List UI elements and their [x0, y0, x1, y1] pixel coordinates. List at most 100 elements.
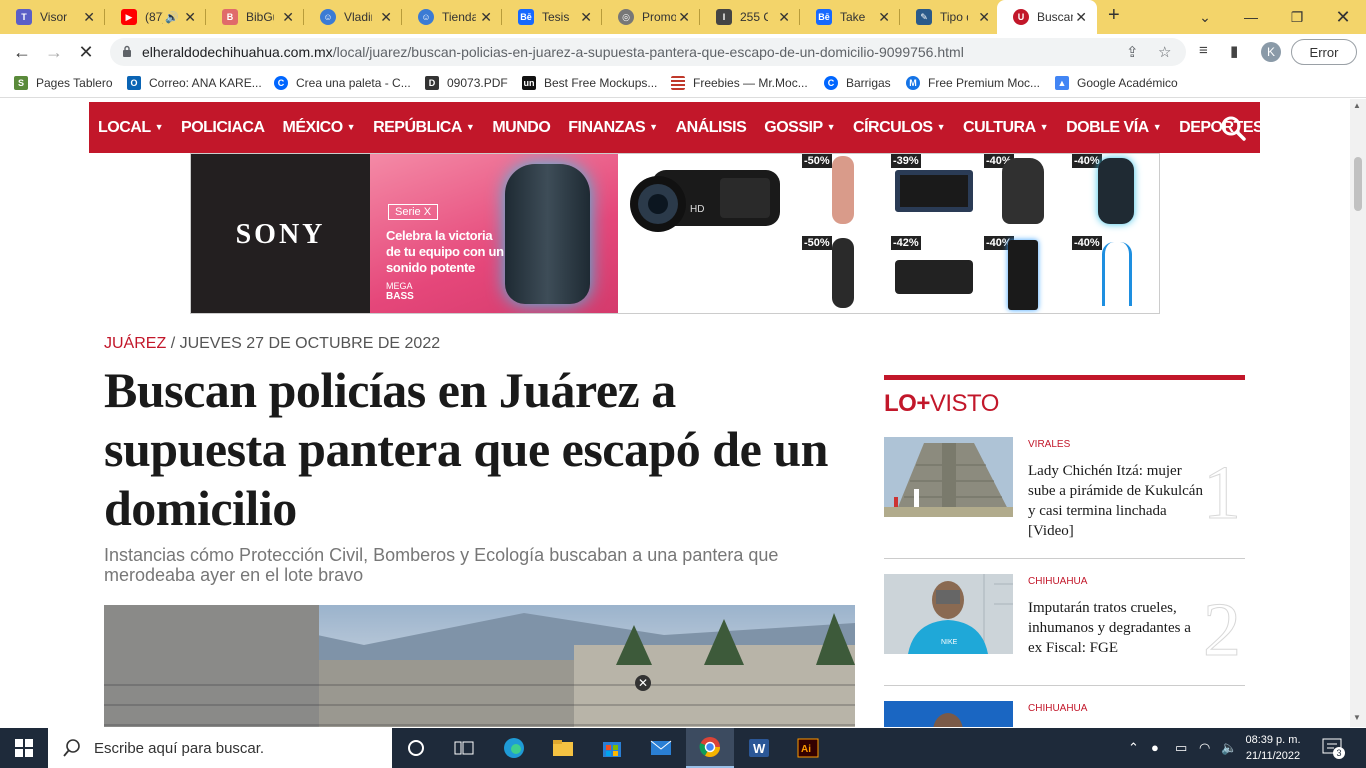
bookmark-item[interactable]: C Crea una paleta - C...	[274, 76, 411, 90]
battery-icon[interactable]: ▭	[1175, 740, 1187, 756]
file-explorer-icon[interactable]	[539, 728, 587, 768]
product-speaker-pink[interactable]: -50%	[802, 154, 888, 230]
store-icon[interactable]	[588, 728, 636, 768]
side-panel-icon[interactable]: ▮	[1230, 42, 1238, 60]
nav-item[interactable]: DOBLE VÍA ▼	[1066, 119, 1162, 137]
browser-tab[interactable]: Bē Tesis d ✕	[502, 0, 602, 34]
nav-item[interactable]: GOSSIP ▼	[764, 119, 835, 137]
share-icon[interactable]: ⇪	[1126, 43, 1139, 61]
browser-tab[interactable]: I 255 CC ✕	[700, 0, 800, 34]
product-vlog-camera[interactable]: -42%	[891, 236, 977, 312]
pyramid-thumbnail[interactable]	[884, 437, 1013, 517]
most-viewed-item[interactable]: VIRALES Lady Chichén Itzá: mujer sube a …	[884, 437, 1245, 559]
scroll-up-icon[interactable]: ▲	[1353, 101, 1361, 110]
bookmark-item[interactable]: C Barrigas	[824, 76, 891, 90]
edge-icon[interactable]	[490, 728, 538, 768]
taskbar-search[interactable]: Escribe aquí para buscar.	[48, 728, 392, 768]
close-tab-icon[interactable]: ✕	[480, 9, 492, 26]
stop-loading-button[interactable]: ✕	[74, 40, 98, 64]
scroll-down-icon[interactable]: ▼	[1353, 713, 1361, 722]
mail-icon[interactable]	[637, 728, 685, 768]
browser-tab[interactable]: B BibGu ✕	[206, 0, 304, 34]
lock-icon[interactable]	[122, 45, 132, 57]
person-thumbnail[interactable]	[884, 701, 1013, 727]
product-earphones[interactable]: -40%	[1072, 236, 1158, 312]
most-viewed-item[interactable]: CHIHUAHUA 3	[884, 701, 1245, 727]
reading-list-icon[interactable]: ≡	[1199, 42, 1208, 59]
product-speaker-blue[interactable]: -40%	[1072, 154, 1158, 230]
task-view-icon[interactable]	[440, 728, 488, 768]
notifications-icon[interactable]: 3	[1322, 738, 1345, 759]
word-icon[interactable]: W	[735, 728, 783, 768]
close-tab-icon[interactable]: ✕	[778, 9, 790, 26]
illustrator-icon[interactable]: Ai	[784, 728, 832, 768]
item-category[interactable]: CHIHUAHUA	[1028, 703, 1087, 714]
product-speaker-round[interactable]: -40%	[984, 154, 1070, 230]
close-tab-icon[interactable]: ✕	[978, 9, 990, 26]
close-tab-icon[interactable]: ✕	[83, 9, 95, 26]
url-text[interactable]: elheraldodechihuahua.com.mx/local/juarez…	[142, 44, 964, 60]
close-tab-icon[interactable]: ✕	[878, 9, 890, 26]
close-tab-icon[interactable]: ✕	[282, 9, 294, 26]
close-window-button[interactable]: ✕	[1320, 0, 1366, 34]
browser-tab[interactable]: ☺ Vladim ✕	[304, 0, 402, 34]
back-button[interactable]: ←	[10, 40, 34, 64]
product-party-speaker[interactable]: -40%	[984, 236, 1070, 312]
bookmark-item[interactable]: S Pages Tablero	[14, 76, 113, 90]
chrome-icon[interactable]	[686, 728, 734, 768]
nav-item[interactable]: LOCAL ▼	[98, 119, 164, 137]
close-tab-icon[interactable]: ✕	[380, 9, 392, 26]
scrollbar-thumb[interactable]	[1354, 157, 1362, 211]
page-scrollbar[interactable]: ▲ ▼	[1350, 99, 1366, 727]
bookmark-star-icon[interactable]: ☆	[1158, 43, 1171, 61]
new-tab-button[interactable]: +	[1108, 4, 1120, 27]
tab-search-icon[interactable]: ⌄	[1182, 0, 1228, 34]
restore-button[interactable]: ❐	[1274, 0, 1320, 34]
browser-tab[interactable]: ☺ Tienda ✕	[402, 0, 502, 34]
nav-item[interactable]: CÍRCULOS ▼	[853, 119, 946, 137]
address-bar[interactable]: elheraldodechihuahua.com.mx/local/juarez…	[110, 38, 1186, 66]
system-clock[interactable]: 08:39 p. m. 21/11/2022	[1238, 732, 1308, 764]
browser-tab[interactable]: ▶ (87) 🔊 ✕	[105, 0, 206, 34]
nav-item[interactable]: MUNDO	[492, 119, 550, 137]
browser-tab[interactable]: ◎ Promo ✕	[602, 0, 700, 34]
most-viewed-item[interactable]: NIKE CHIHUAHUA Imputarán tratos crueles,…	[884, 574, 1245, 686]
minimize-button[interactable]: —	[1228, 0, 1274, 34]
bookmark-item[interactable]: ▲ Google Académico	[1055, 76, 1178, 90]
nav-item[interactable]: REPÚBLICA ▼	[373, 119, 475, 137]
bookmark-item[interactable]: un Best Free Mockups...	[522, 76, 657, 90]
sony-ad-banner[interactable]: SONY Serie X Celebra la victoria de tu e…	[190, 153, 1160, 314]
search-icon[interactable]	[1220, 115, 1246, 141]
item-title[interactable]: Imputarán tratos crueles, inhumanos y de…	[1028, 598, 1203, 658]
cortana-icon[interactable]	[392, 728, 440, 768]
section-link[interactable]: JUÁREZ	[104, 335, 166, 352]
wifi-icon[interactable]: ◠	[1199, 740, 1210, 756]
nav-item[interactable]: FINANZAS ▼	[568, 119, 658, 137]
start-button[interactable]	[0, 728, 48, 768]
show-hidden-icons[interactable]: ⌃	[1128, 740, 1139, 756]
nav-item[interactable]: ANÁLISIS	[676, 119, 747, 137]
bookmark-item[interactable]: O Correo: ANA KARE...	[127, 76, 262, 90]
nav-item[interactable]: MÉXICO ▼	[283, 119, 356, 137]
product-car-stereo[interactable]: -39%	[891, 154, 977, 230]
close-tab-icon[interactable]: ✕	[184, 9, 196, 26]
nav-item[interactable]: CULTURA ▼	[963, 119, 1049, 137]
browser-tab-active[interactable]: U Buscan ✕	[997, 0, 1097, 34]
error-button[interactable]: Error	[1291, 39, 1357, 65]
forward-button[interactable]: →	[42, 40, 66, 64]
item-category[interactable]: CHIHUAHUA	[1028, 576, 1087, 587]
item-title[interactable]: Lady Chichén Itzá: mujer sube a pirámide…	[1028, 461, 1203, 541]
close-overlay-icon[interactable]: ✕	[635, 675, 651, 691]
weather-icon[interactable]: ●	[1151, 740, 1159, 755]
item-category[interactable]: VIRALES	[1028, 439, 1070, 450]
volume-icon[interactable]: 🔈	[1221, 740, 1237, 756]
profile-avatar[interactable]: K	[1261, 42, 1281, 62]
nav-item[interactable]: POLICIACA	[181, 119, 265, 137]
person-thumbnail[interactable]: NIKE	[884, 574, 1013, 654]
bookmark-item[interactable]: Freebies — Mr.Moc...	[671, 76, 808, 90]
browser-tab[interactable]: ✎ Tipo d ✕	[900, 0, 1000, 34]
bookmark-item[interactable]: D 09073.PDF	[425, 76, 508, 90]
browser-tab[interactable]: Bē Take C ✕	[800, 0, 900, 34]
close-tab-icon[interactable]: ✕	[1075, 9, 1087, 26]
audio-playing-icon[interactable]: 🔊	[165, 11, 179, 24]
